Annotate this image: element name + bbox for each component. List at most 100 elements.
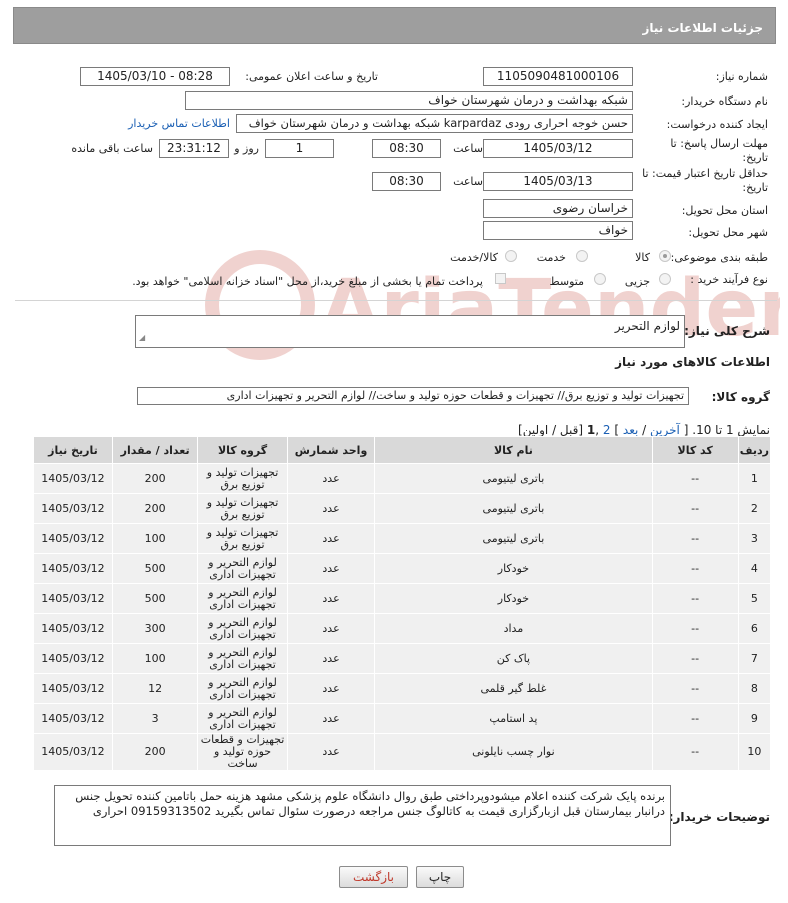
category-radio-goods[interactable] [659,250,671,262]
cell-row-number: 10 [737,733,772,771]
cell-name: نوار چسب نایلونی [374,733,653,771]
table-header-row: ردیف کد کالا نام کالا واحد شمارش گروه کا… [33,436,772,464]
pagination: نمایش 1 تا 10. [ آخرین / بعد ] 2 ,1 [قبل… [518,423,770,437]
category-option-service: خدمت [536,251,566,264]
resize-handle-icon[interactable]: ◢ [139,330,145,346]
cell-group: تجهیزات و قطعات حوزه تولید و ساخت [197,733,288,771]
cell-date: 1405/03/12 [33,553,113,584]
cell-date: 1405/03/12 [33,463,113,494]
cell-name: باتری لیتیومی [374,493,653,524]
summary-label: شرح کلی نیاز: [684,324,770,338]
cell-group: لوازم التحریر و تجهیزات اداری [197,553,288,584]
table-row: 3 -- باتری لیتیومی عدد تجهیزات تولید و توزیع… [33,523,772,554]
cell-code: -- [651,583,739,614]
pager-bracket-open: [ [683,423,689,437]
cell-group: تجهیزات تولید و توزیع برق [197,523,288,554]
col-group-header: گروه کالا [197,436,288,464]
cell-row-number: 9 [737,703,772,734]
treasury-payment-checkbox[interactable] [495,273,506,284]
cell-code: -- [651,673,739,704]
cell-unit: عدد [286,553,376,584]
pager-show: نمایش 1 تا 10. [692,423,770,437]
announce-label: تاریخ و ساعت اعلان عمومی: [245,70,378,83]
buyer-label: نام دستگاه خریدار: [681,95,768,108]
pager-next-link[interactable]: بعد [623,423,638,437]
cell-unit: عدد [286,463,376,494]
cell-group: لوازم التحریر و تجهیزات اداری [197,613,288,644]
pager-last-link[interactable]: آخرین [650,423,680,437]
cell-code: -- [651,733,739,771]
cell-row-number: 5 [737,583,772,614]
cell-date: 1405/03/12 [33,523,113,554]
goods-group-field: تجهیزات تولید و توزیع برق// تجهیزات و قط… [137,387,689,405]
cell-quantity: 500 [111,553,199,584]
city-field: خواف [483,221,633,240]
cell-code: -- [651,463,739,494]
category-radio-goods-service[interactable] [505,250,517,262]
deadline-time-label: ساعت [453,142,483,155]
announce-field: 1405/03/10 - 08:28 [80,67,230,86]
cell-code: -- [651,643,739,674]
cell-quantity: 100 [111,643,199,674]
table-row: 2 -- باتری لیتیومی عدد تجهیزات تولید و توزیع… [33,493,772,524]
col-code-header: کد کالا [651,436,739,464]
pager-prev-first: [قبل / اولین] [518,423,584,437]
cell-unit: عدد [286,703,376,734]
cell-code: -- [651,493,739,524]
cell-name: پاک کن [374,643,653,674]
cell-row-number: 8 [737,673,772,704]
table-row: 7 -- پاک کن عدد لوازم التحریر و تجهیزات ادار… [33,643,772,674]
category-label: طبقه بندی موضوعی: [670,251,768,264]
buyer-notes-field: برنده پایک شرکت کننده اعلام میشودوپرداخت… [54,785,671,846]
cell-unit: عدد [286,613,376,644]
cell-code: -- [651,553,739,584]
category-option-goods: کالا [635,251,650,264]
need-number-label: شماره نیاز: [715,70,768,83]
cell-name: خودکار [374,553,653,584]
process-radio-minor[interactable] [659,273,671,285]
cell-row-number: 3 [737,523,772,554]
requester-label: ایجاد کننده درخواست: [666,118,768,131]
col-row-header: ردیف [737,436,772,464]
days-label: روز و [234,142,259,155]
table-row: 1 -- باتری لیتیومی عدد تجهیزات تولید و توزیع… [33,463,772,494]
pager-page-2-link[interactable]: 2 [603,423,611,437]
price-time-field: 08:30 [372,172,441,191]
cell-name: باتری لیتیومی [374,463,653,494]
cell-unit: عدد [286,643,376,674]
buyer-notes-label: توضیحات خریدار: [668,810,770,824]
price-time-label: ساعت [453,175,483,188]
cell-quantity: 3 [111,703,199,734]
category-radio-service[interactable] [576,250,588,262]
cell-date: 1405/03/12 [33,703,113,734]
cell-unit: عدد [286,673,376,704]
process-option-medium: متوسط [549,275,584,288]
cell-name: خودکار [374,583,653,614]
time-remaining-field: 23:31:12 [159,139,229,158]
cell-row-number: 4 [737,553,772,584]
cell-name: پد استامپ [374,703,653,734]
price-date-field: 1405/03/13 [483,172,633,191]
contact-info-link[interactable]: اطلاعات تماس خریدار [128,117,230,130]
process-radio-medium[interactable] [594,273,606,285]
pager-slash: / [642,423,647,437]
cell-date: 1405/03/12 [33,493,113,524]
cell-quantity: 12 [111,673,199,704]
summary-text: لوازم التحریر [614,319,680,333]
print-button[interactable]: چاپ [416,866,464,888]
process-label: نوع فرآیند خرید : [690,273,768,286]
cell-date: 1405/03/12 [33,733,113,771]
deadline-label: مهلت ارسال پاسخ: تا تاریخ: [670,137,768,164]
back-button[interactable]: بازگشت [339,866,408,888]
days-remaining-field: 1 [265,139,334,158]
cell-unit: عدد [286,583,376,614]
cell-name: باتری لیتیومی [374,523,653,554]
cell-quantity: 200 [111,733,199,771]
cell-code: -- [651,613,739,644]
cell-quantity: 200 [111,493,199,524]
col-qty-header: تعداد / مقدار [111,436,199,464]
cell-name: غلط گیر قلمی [374,673,653,704]
cell-code: -- [651,703,739,734]
price-validity-label: حداقل تاریخ اعتبار قیمت: تا تاریخ: [642,167,768,194]
cell-group: لوازم التحریر و تجهیزات اداری [197,643,288,674]
